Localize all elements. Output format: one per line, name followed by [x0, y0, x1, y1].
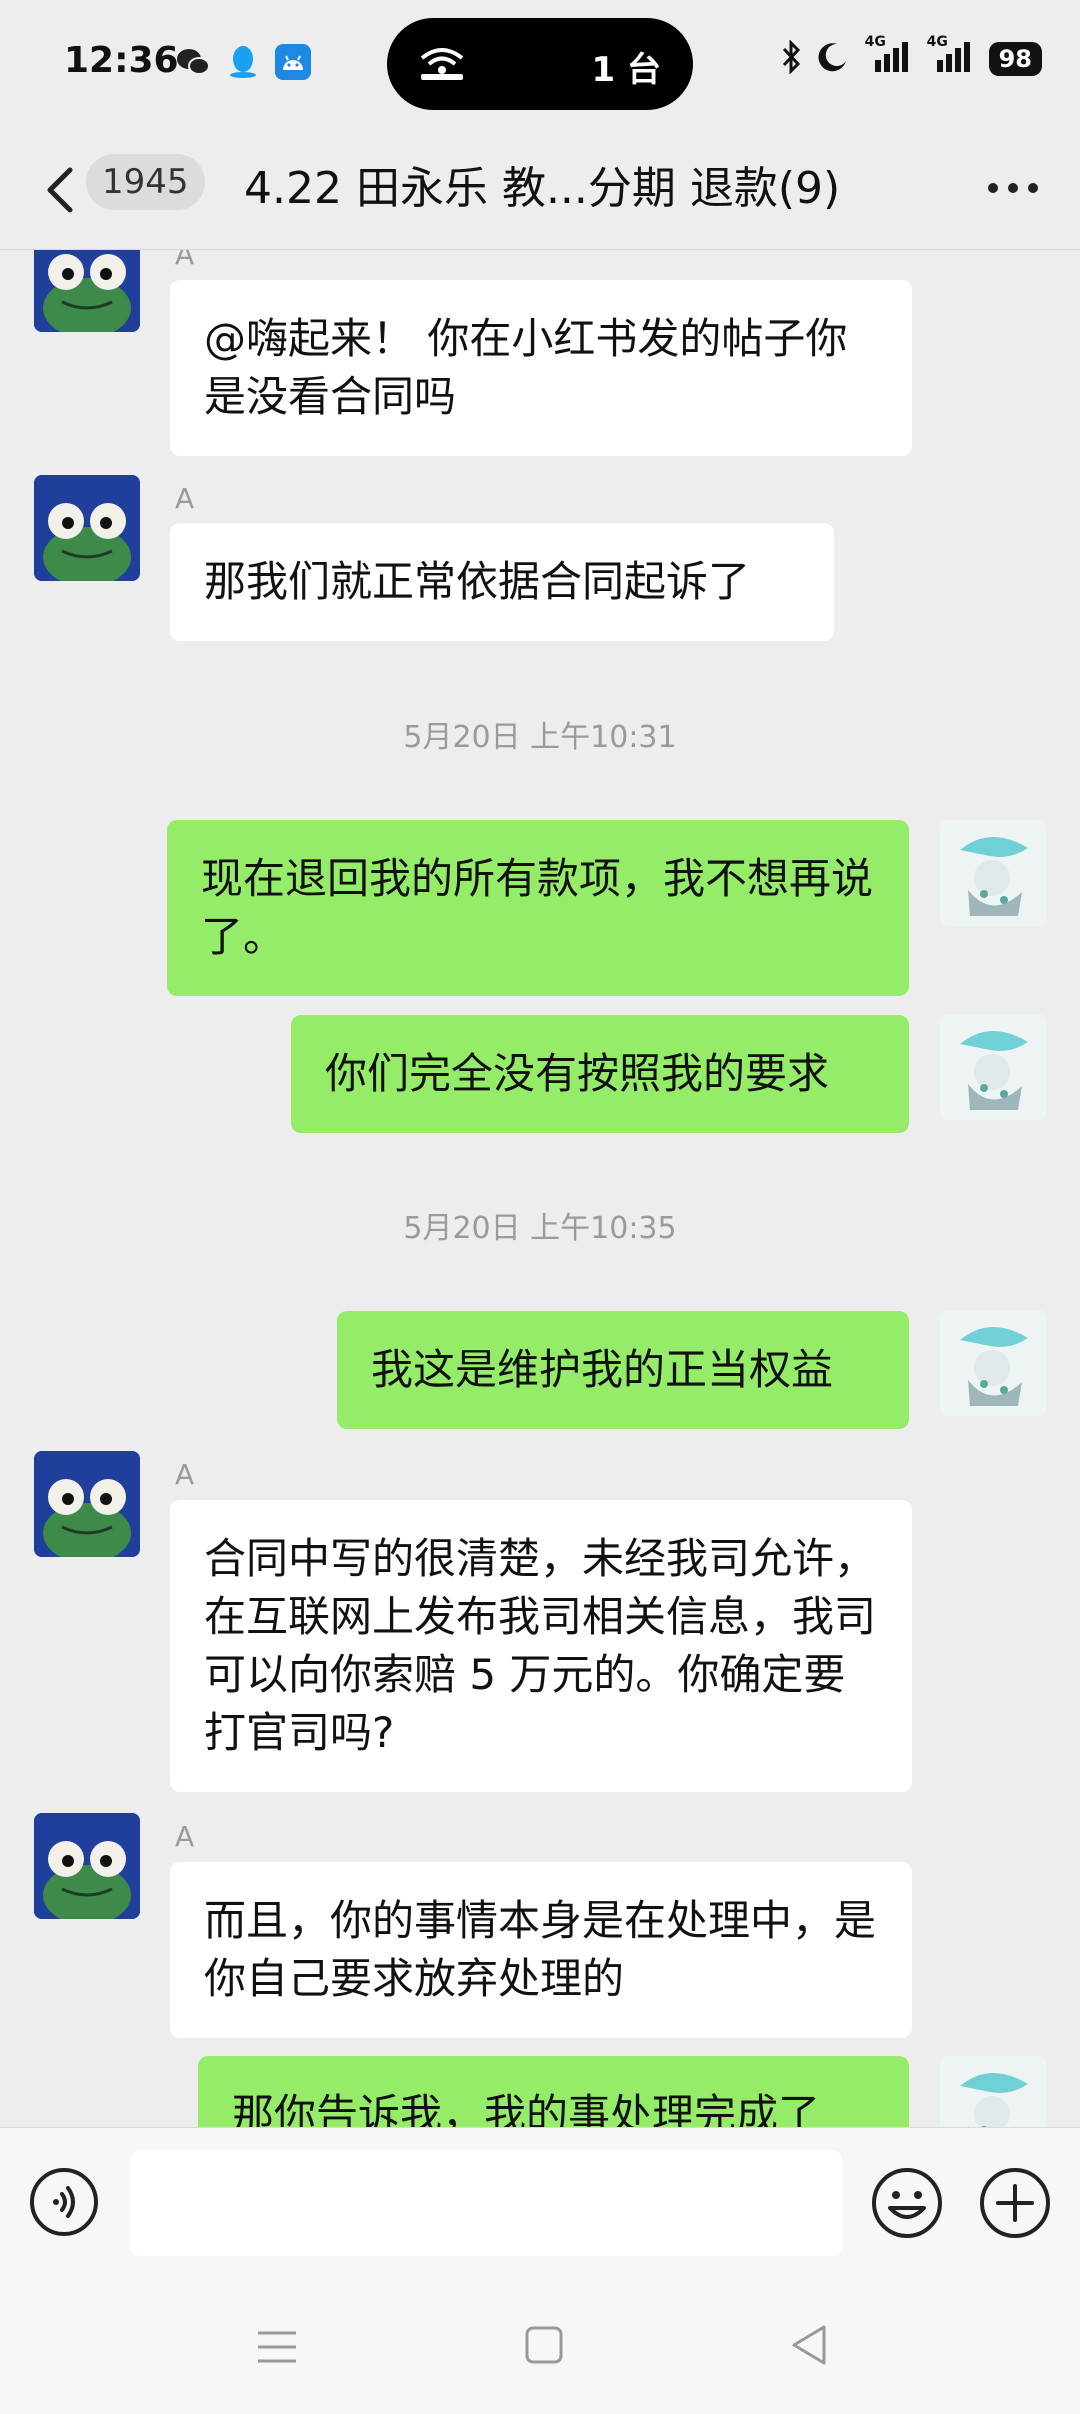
dynamic-island[interactable]: 1 台 — [387, 18, 693, 110]
timestamp: 5月20日 上午10:35 — [403, 1211, 677, 1246]
signal-icon-1: 4G — [865, 34, 911, 78]
input-bar — [0, 2127, 1080, 2278]
user-avatar[interactable] — [940, 1014, 1046, 1120]
message-bubble-incoming[interactable]: 那我们就正常依据合同起诉了 — [170, 523, 834, 641]
message-bubble-outgoing[interactable]: 那你告诉我，我的事处理完成了 — [198, 2056, 909, 2127]
message-bubble-outgoing[interactable]: 我这是维护我的正当权益 — [337, 1311, 909, 1429]
notification-icons — [175, 44, 311, 80]
menu-icon[interactable] — [256, 2327, 298, 2367]
contact-avatar[interactable] — [34, 250, 140, 332]
system-navigation-bar — [0, 2277, 1080, 2414]
hotspot-icon — [417, 42, 467, 86]
device-count: 1 台 — [591, 50, 662, 90]
dnd-moon-icon — [817, 41, 849, 77]
message-bubble-incoming[interactable]: 而且，你的事情本身是在处理中，是你自己要求放弃处理的 — [170, 1862, 912, 2038]
home-square-icon[interactable] — [524, 2325, 564, 2365]
contact-avatar[interactable] — [34, 475, 140, 581]
status-time: 12:36 — [64, 40, 179, 81]
user-avatar[interactable] — [940, 820, 1046, 926]
message-list[interactable]: A @嗨起来！ 你在小红书发的帖子你是没看合同吗 A 那我们就正常依据合同起诉了… — [0, 250, 1080, 2127]
voice-icon[interactable] — [28, 2166, 100, 2238]
sender-name: A — [175, 1458, 195, 1491]
plus-icon[interactable] — [978, 2166, 1052, 2240]
chat-title[interactable]: 4.22 田永乐 教...分期 退款(9) — [244, 152, 840, 216]
back-triangle-icon[interactable] — [788, 2323, 830, 2367]
contact-avatar[interactable] — [34, 1451, 140, 1557]
sender-name: A — [175, 482, 195, 515]
system-indicators: 4G 4G 98 — [781, 34, 1042, 78]
chat-screen: 12:36 1 台 4G 4G 98 1945 4.22 田永乐 教...分期 … — [0, 0, 1080, 2414]
qq-icon — [225, 44, 261, 80]
message-bubble-incoming[interactable]: 合同中写的很清楚，未经我司允许，在互联网上发布我司相关信息，我司可以向你索赔 5… — [170, 1500, 912, 1792]
chevron-left-icon[interactable] — [40, 160, 80, 220]
timestamp: 5月20日 上午10:31 — [403, 720, 677, 755]
user-avatar[interactable] — [940, 2056, 1046, 2127]
sender-name: A — [175, 250, 195, 271]
message-bubble-outgoing[interactable]: 现在退回我的所有款项，我不想再说了。 — [167, 820, 909, 996]
bluetooth-icon — [781, 39, 801, 78]
message-bubble-incoming[interactable]: @嗨起来！ 你在小红书发的帖子你是没看合同吗 — [170, 280, 912, 456]
emoji-icon[interactable] — [870, 2166, 944, 2240]
message-input[interactable] — [130, 2150, 842, 2256]
user-avatar[interactable] — [940, 1310, 1046, 1416]
status-bar: 12:36 1 台 4G 4G 98 — [0, 0, 1080, 130]
battery-indicator: 98 — [988, 42, 1042, 76]
message-bubble-outgoing[interactable]: 你们完全没有按照我的要求 — [291, 1015, 909, 1133]
sender-name: A — [175, 1820, 195, 1853]
android-app-icon — [275, 44, 311, 80]
unread-badge[interactable]: 1945 — [86, 154, 205, 210]
signal-icon-2: 4G — [927, 34, 973, 78]
chat-header: 1945 4.22 田永乐 教...分期 退款(9) — [0, 130, 1080, 250]
more-dots-icon[interactable] — [986, 180, 1040, 194]
wechat-icon — [175, 44, 211, 80]
contact-avatar[interactable] — [34, 1813, 140, 1919]
